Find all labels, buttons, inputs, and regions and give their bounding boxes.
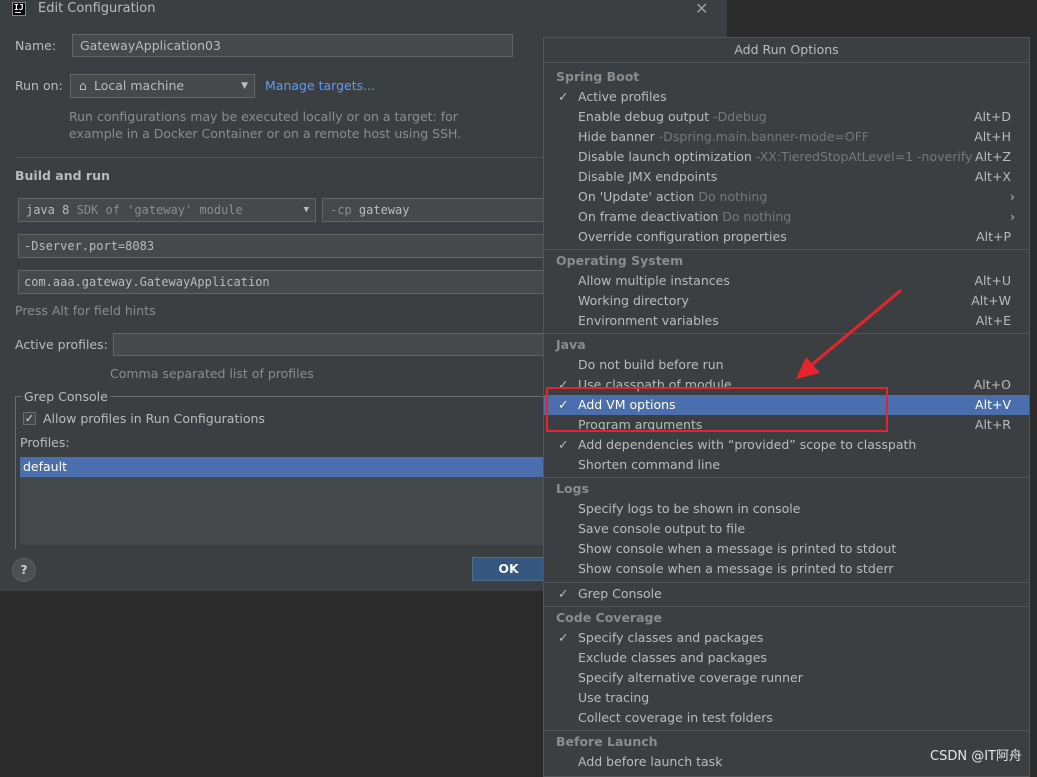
build-and-run-title: Build and run — [15, 168, 110, 183]
divider — [15, 157, 545, 158]
group-code-coverage: Code Coverage — [556, 610, 662, 625]
dialog-titlebar: IJ Edit Configuration ✕ — [0, 0, 727, 20]
name-field[interactable]: GatewayApplication03 — [72, 34, 513, 57]
run-on-hint-line1: Run configurations may be executed local… — [69, 109, 458, 124]
help-button[interactable]: ? — [12, 558, 36, 582]
run-on-value: Local machine — [93, 78, 185, 93]
jdk-value: java 8 — [26, 203, 70, 217]
run-on-hint-line2: example in a Docker Container or on a re… — [69, 126, 462, 141]
dialog-title: Edit Configuration — [38, 1, 156, 16]
menu-item[interactable]: Use tracing — [544, 688, 1029, 708]
menu-item[interactable]: On 'Update' action Do nothing › — [544, 187, 1029, 207]
menu-item[interactable]: Shorten command line — [544, 455, 1029, 475]
check-icon: ✓ — [558, 630, 569, 645]
cp-prefix: -cp — [330, 203, 352, 217]
menu-item[interactable]: Disable JMX endpoints Alt+X — [544, 167, 1029, 187]
group-before-launch: Before Launch — [556, 734, 658, 749]
run-on-combo[interactable]: ⌂ Local machine ▼ — [70, 74, 255, 98]
annotation-arrow-icon — [796, 289, 902, 379]
chevron-down-icon: ▼ — [241, 81, 248, 91]
menu-item[interactable]: ✓ Add dependencies with “provided” scope … — [544, 435, 1029, 455]
jdk-hint: SDK of 'gateway' module — [76, 203, 243, 217]
watermark: CSDN @IT阿舟 — [930, 749, 1022, 764]
popup-title: Add Run Options — [734, 42, 839, 57]
divider — [544, 582, 1029, 583]
name-label: Name: — [15, 38, 57, 53]
close-icon[interactable]: ✕ — [695, 0, 708, 18]
run-on-label: Run on: — [15, 78, 63, 93]
check-icon: ✓ — [558, 89, 569, 104]
divider — [544, 249, 1029, 250]
profiles-list[interactable]: default — [20, 457, 550, 545]
menu-item[interactable]: Show console when a message is printed t… — [544, 559, 1029, 579]
menu-item[interactable]: Show console when a message is printed t… — [544, 539, 1029, 559]
profiles-label: Profiles: — [20, 435, 70, 450]
menu-item[interactable]: ✓ Active profiles — [544, 87, 1029, 107]
classpath-combo[interactable]: -cp gateway — [322, 198, 552, 222]
active-profiles-field[interactable] — [113, 333, 552, 356]
chevron-right-icon: › — [1010, 189, 1015, 204]
group-spring-boot: Spring Boot — [556, 69, 640, 84]
menu-item[interactable]: On frame deactivation Do nothing › — [544, 207, 1029, 227]
divider — [544, 606, 1029, 607]
menu-item[interactable]: Override configuration properties Alt+P — [544, 227, 1029, 247]
menu-item[interactable]: ✓ Specify classes and packages — [544, 628, 1029, 648]
menu-item[interactable]: Exclude classes and packages — [544, 648, 1029, 668]
menu-item[interactable]: Hide banner -Dspring.main.banner-mode=OF… — [544, 127, 1029, 147]
menu-item[interactable]: Disable launch optimization -XX:TieredSt… — [544, 147, 1029, 167]
menu-item[interactable]: ✓ Grep Console — [544, 584, 1029, 604]
divider — [544, 730, 1029, 731]
group-operating-system: Operating System — [556, 253, 684, 268]
menu-item[interactable]: Specify alternative coverage runner — [544, 668, 1029, 688]
annotation-highlight-box — [546, 387, 888, 432]
menu-item[interactable]: Specify logs to be shown in console — [544, 499, 1029, 519]
allow-profiles-label: Allow profiles in Run Configurations — [43, 411, 265, 426]
menu-item[interactable]: Save console output to file — [544, 519, 1029, 539]
intellij-app-icon: IJ — [12, 2, 26, 16]
home-icon: ⌂ — [79, 78, 87, 93]
grep-console-legend: Grep Console — [22, 389, 110, 404]
divider — [544, 62, 1029, 63]
active-profiles-hint: Comma separated list of profiles — [110, 366, 314, 381]
group-java: Java — [556, 337, 586, 352]
main-class-field[interactable]: com.aaa.gateway.GatewayApplication — [18, 270, 552, 294]
ok-button[interactable]: OK — [472, 557, 545, 581]
chevron-down-icon: ▼ — [303, 205, 309, 215]
field-hints-text: Press Alt for field hints — [15, 303, 156, 318]
vm-options-field[interactable]: -Dserver.port=8083 — [18, 234, 552, 258]
group-logs: Logs — [556, 481, 589, 496]
menu-item[interactable]: Enable debug output -Ddebug Alt+D — [544, 107, 1029, 127]
chevron-right-icon: › — [1010, 209, 1015, 224]
divider — [544, 477, 1029, 478]
menu-item[interactable]: Collect coverage in test folders — [544, 708, 1029, 728]
manage-targets-link[interactable]: Manage targets... — [265, 78, 375, 93]
check-icon: ✓ — [558, 586, 569, 601]
active-profiles-label: Active profiles: — [15, 337, 108, 352]
jdk-combo[interactable]: java 8 SDK of 'gateway' module ▼ — [18, 198, 316, 222]
check-icon: ✓ — [558, 437, 569, 452]
allow-profiles-checkbox[interactable]: ✓ — [23, 412, 36, 425]
cp-value: gateway — [358, 203, 410, 217]
list-item[interactable]: default — [20, 457, 550, 477]
